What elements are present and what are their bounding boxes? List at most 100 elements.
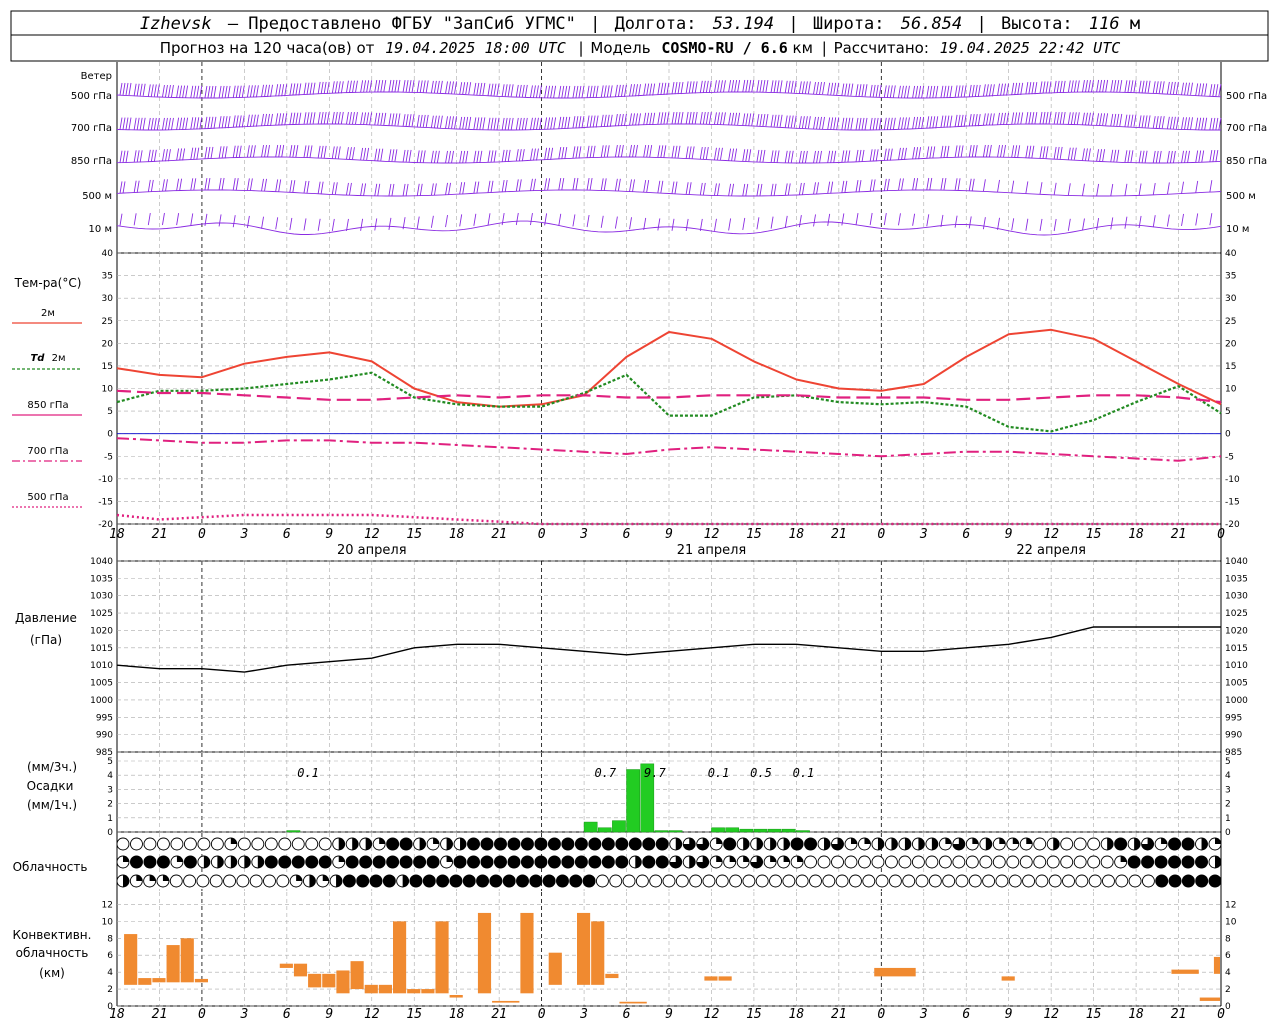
wind-barb [411, 114, 415, 127]
wind-barb [210, 146, 214, 160]
x-tick-label: 3 [919, 1007, 928, 1022]
wind-barb [536, 148, 539, 161]
pressure-y-tick-left: 1035 [90, 574, 113, 584]
wind-barb [1181, 117, 1184, 130]
wind-barb [267, 144, 270, 158]
wind-barb [1201, 117, 1205, 130]
wind-barb [677, 145, 681, 158]
wind-barb [915, 116, 919, 130]
wind-barb [1076, 112, 1080, 125]
wind-barb [1062, 80, 1066, 93]
wind-barb [419, 183, 423, 196]
wind-barb [360, 218, 364, 231]
wind-barb [405, 80, 409, 93]
wind-barb [932, 116, 936, 129]
wind-barb [762, 80, 766, 93]
wind-barb [855, 84, 859, 97]
wind-barb [193, 178, 197, 191]
cloud-overcast-icon [356, 874, 370, 888]
wind-barb [156, 117, 160, 131]
wind-barb [844, 117, 848, 130]
wind-barb [317, 145, 321, 158]
wind-barb [278, 144, 282, 158]
wind-barb [1096, 79, 1100, 93]
wind-barb [629, 113, 632, 126]
wind-barb [249, 178, 253, 191]
wind-barb [603, 145, 607, 158]
wind-barb [638, 113, 641, 126]
cloud-overcast-icon [156, 855, 170, 869]
cloud-clear-icon [210, 837, 224, 851]
wind-barb [1138, 80, 1142, 93]
wind-barb [246, 114, 250, 127]
pressure-y-tick-left: 1025 [90, 609, 113, 619]
wind-barb [595, 115, 599, 128]
wind-barb [448, 116, 451, 129]
wind-barb [629, 144, 632, 158]
wind-barb [646, 112, 650, 125]
wind-barb [133, 150, 137, 163]
cloud-clear-icon [1048, 874, 1062, 888]
wind-barb [501, 117, 505, 131]
x-tick-label: 9 [665, 527, 673, 542]
wind-barb [363, 80, 367, 93]
wind-barb [592, 115, 596, 128]
cloud-overcast-icon [516, 874, 530, 888]
wind-barb [1099, 79, 1103, 93]
wind-barb [473, 117, 477, 130]
cloud-half-fill [446, 838, 453, 850]
wind-barb [691, 146, 695, 159]
wind-barb [869, 149, 873, 162]
wind-barb [419, 114, 423, 127]
wind-barb [1212, 117, 1216, 131]
wind-barb [190, 213, 194, 226]
wind-barb [666, 112, 670, 125]
wind-barb [960, 85, 964, 98]
wind-barb [539, 117, 542, 130]
cloud-half-fill [123, 875, 129, 887]
wind-barb [218, 85, 222, 99]
wind-barb [360, 147, 364, 160]
wind-barb [1088, 80, 1091, 93]
cloud-quarter-fill [716, 838, 723, 844]
cloud-quarter-fill [446, 856, 453, 862]
wind-barb [309, 82, 313, 95]
wind-barb [974, 114, 978, 127]
wind-barb [515, 84, 519, 98]
cloud-overcast-icon [480, 837, 494, 851]
x-tick-label: 12 [364, 1007, 380, 1022]
wind-barb [813, 116, 816, 129]
wind-barb [284, 113, 288, 126]
wind-barb [388, 217, 392, 230]
wind-barb [553, 85, 557, 98]
temp-y-tick-right: -5 [1225, 452, 1234, 462]
wind-barb [756, 80, 760, 93]
wind-barb [162, 179, 165, 192]
cloud-half-fill [1053, 838, 1060, 850]
wind-barb [133, 180, 137, 193]
wind-barb [717, 147, 720, 160]
wind-barb [1172, 150, 1176, 164]
cloud-half-fill [1134, 838, 1141, 850]
wind-barb [960, 114, 964, 127]
wind-barb [804, 81, 808, 94]
wind-barb [411, 80, 415, 93]
wind-barb [168, 149, 171, 162]
wind-barb [997, 144, 1000, 158]
wind-barb [530, 148, 533, 161]
wind-barb [572, 116, 576, 129]
wind-barb [1119, 79, 1123, 93]
cloud-clear-icon [595, 874, 609, 888]
conv-cloud-bar [293, 963, 308, 977]
wind-barb [459, 182, 463, 195]
wind-barb [1099, 149, 1103, 162]
wind-barb [915, 147, 919, 160]
wind-barb [312, 82, 316, 95]
wind-barb [306, 180, 310, 193]
wind-barb [425, 80, 429, 93]
precip-y-tick-left: 5 [107, 757, 113, 767]
wind-barb [855, 180, 859, 193]
wind-barb [289, 145, 293, 158]
wind-barb [238, 85, 242, 98]
x-tick-label: 6 [283, 527, 291, 542]
